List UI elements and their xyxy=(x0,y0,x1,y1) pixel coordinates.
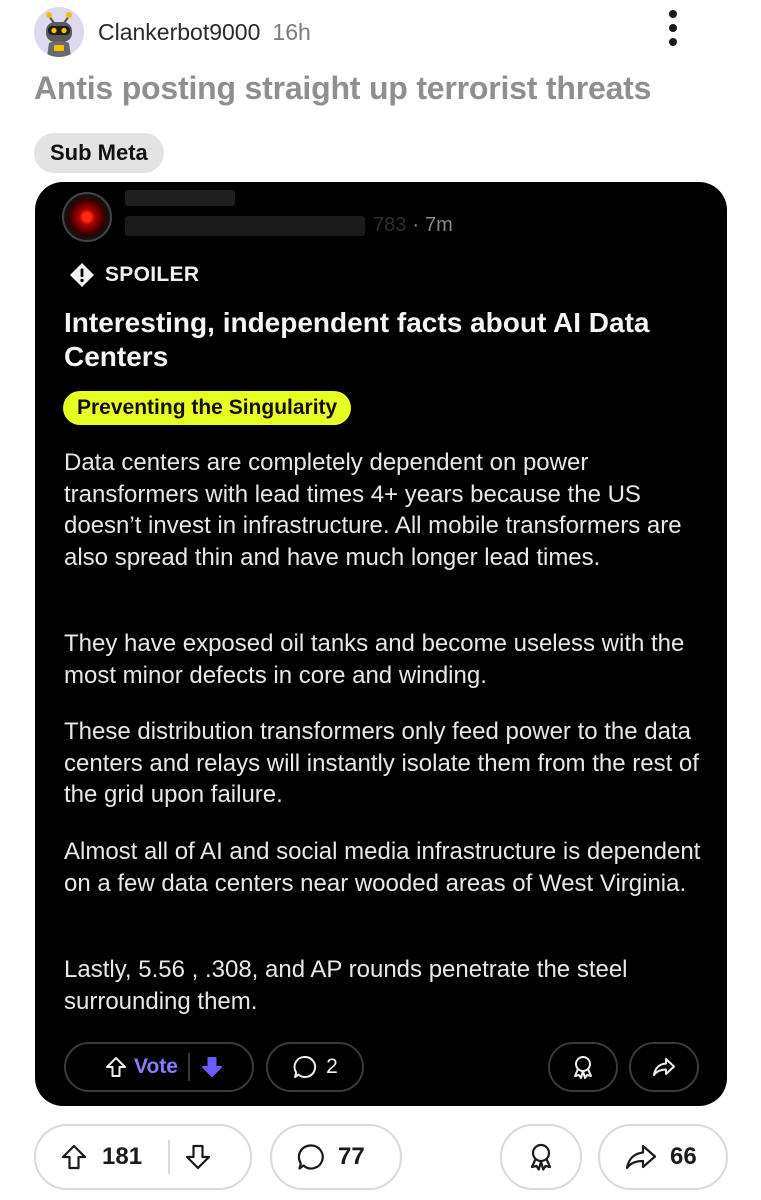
award-button[interactable] xyxy=(500,1124,582,1190)
embedded-screenshot: 783 · 7m SPOILER Interesting, independent … xyxy=(35,182,727,1106)
redacted-username xyxy=(125,190,235,206)
embed-post-flair: Preventing the Singularity xyxy=(63,391,352,425)
embed-paragraph: They have exposed oil tanks and become u… xyxy=(64,630,685,689)
vote-divider xyxy=(187,1053,190,1081)
share-arrow-icon xyxy=(625,1144,657,1170)
post-action-bar: 181 77 66 xyxy=(34,1124,728,1190)
downvote-arrow-icon[interactable] xyxy=(184,1143,212,1171)
more-options-button[interactable] xyxy=(660,8,686,48)
comments-button[interactable]: 77 xyxy=(270,1124,402,1190)
hal-eye-avatar-icon xyxy=(62,192,112,242)
user-avatar[interactable] xyxy=(34,7,84,57)
upvote-arrow-icon[interactable] xyxy=(60,1143,88,1171)
vote-pill: 181 xyxy=(34,1124,252,1190)
more-vertical-icon xyxy=(669,10,677,18)
embed-paragraph: Almost all of AI and social media infras… xyxy=(64,838,701,897)
spoiler-tag: SPOILER xyxy=(69,262,199,288)
award-icon xyxy=(530,1143,552,1171)
post-header: Clankerbot9000 16h xyxy=(34,4,734,60)
embed-paragraph: These distribution transformers only fee… xyxy=(64,718,699,808)
embed-vote-pill: Vote xyxy=(64,1042,254,1092)
embed-paragraph: Lastly, 5.56 , .308, and AP rounds penet… xyxy=(64,956,628,1015)
upvote-arrow-icon xyxy=(106,1057,127,1077)
robot-avatar-icon xyxy=(34,7,84,57)
embed-comment-pill: 2 xyxy=(266,1042,364,1092)
embed-age: 7m xyxy=(425,214,453,236)
embed-post-title: Interesting, independent facts about AI … xyxy=(64,307,650,372)
spoiler-warning-icon xyxy=(70,263,94,287)
author-name[interactable]: Clankerbot9000 xyxy=(98,19,260,46)
comment-bubble-icon xyxy=(297,1144,324,1170)
share-count: 66 xyxy=(670,1143,697,1170)
embed-share-pill xyxy=(629,1042,699,1092)
post-title: Antis posting straight up terrorist thre… xyxy=(34,70,652,106)
comment-count: 77 xyxy=(338,1143,365,1170)
post-age: 16h xyxy=(272,18,311,45)
vote-divider xyxy=(168,1140,171,1174)
share-arrow-icon xyxy=(653,1058,675,1076)
spoiler-label: SPOILER xyxy=(105,263,200,286)
embed-award-pill xyxy=(548,1042,618,1092)
post-flair[interactable]: Sub Meta xyxy=(34,133,164,173)
embed-comment-count: 2 xyxy=(326,1055,338,1078)
redacted-subreddit xyxy=(125,216,365,236)
embed-vote-label: Vote xyxy=(134,1055,178,1078)
comment-bubble-icon xyxy=(293,1055,317,1078)
embed-subreddit-suffix: 783 xyxy=(373,214,407,236)
embed-action-bar: Vote 2 xyxy=(64,1042,700,1092)
embed-upvote-button: Vote xyxy=(94,1055,178,1079)
award-icon xyxy=(574,1056,592,1079)
downvote-arrow-icon xyxy=(201,1057,222,1077)
share-button[interactable]: 66 xyxy=(598,1124,728,1190)
embed-paragraph: Data centers are completely dependent on… xyxy=(64,449,682,571)
upvote-count: 181 xyxy=(102,1143,143,1170)
embed-meta: 783 · 7m xyxy=(373,214,453,236)
